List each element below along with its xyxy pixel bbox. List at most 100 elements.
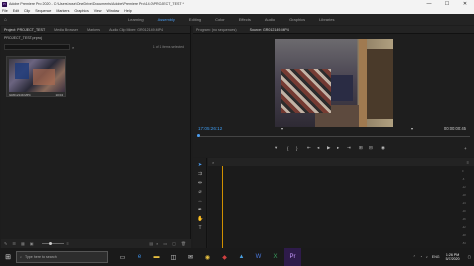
tab-program[interactable]: Program: (no sequences)	[196, 28, 237, 32]
menu-sequence[interactable]: Sequence	[35, 9, 51, 13]
workspace-learning[interactable]: Learning	[128, 17, 144, 22]
mark-in-icon[interactable]: {	[287, 146, 289, 151]
meter-label: -18	[462, 194, 466, 197]
step-forward-icon[interactable]: ▸	[337, 145, 339, 151]
find-icon[interactable]: ⌕	[156, 241, 158, 246]
file-explorer-icon[interactable]: ▬	[148, 248, 165, 266]
go-to-in-icon[interactable]: ⇤	[307, 145, 311, 151]
clip-duration: 10:04	[55, 93, 63, 97]
meter-label: 0	[462, 170, 464, 173]
premiere-taskbar-icon[interactable]: Pr	[284, 248, 301, 266]
track-select-tool-icon[interactable]: ⇉	[197, 171, 203, 177]
meter-label: -36	[462, 218, 466, 221]
tab-markers[interactable]: Markers	[87, 28, 100, 32]
selection-tool-icon[interactable]: ➤	[197, 162, 203, 168]
razor-tool-icon[interactable]: ⌀	[197, 189, 203, 195]
zoom-slider[interactable]	[41, 241, 64, 245]
tab-project[interactable]: Project: PROJECT_TEST	[4, 28, 45, 32]
fit-dropdown[interactable]: ▾	[281, 126, 283, 131]
home-icon[interactable]: ⌂	[4, 17, 10, 23]
menu-window[interactable]: Window	[107, 9, 120, 13]
menu-help[interactable]: Help	[124, 9, 131, 13]
new-bin-icon[interactable]: ▭	[163, 241, 167, 246]
sort-icon[interactable]: ≡	[67, 241, 69, 246]
volume-icon[interactable]: ♪	[426, 255, 428, 259]
workspace-graphics[interactable]: Graphics	[289, 17, 305, 22]
notification-icon[interactable]: ▢	[468, 255, 471, 259]
search-icon: ⌕	[72, 44, 75, 50]
chevron-up-icon[interactable]: ⌃	[413, 255, 416, 259]
close-icon[interactable]: ×	[212, 160, 214, 165]
type-tool-icon[interactable]: T	[197, 225, 203, 231]
timeline-edge-line	[222, 166, 223, 248]
menu-markers[interactable]: Markers	[56, 9, 69, 13]
slip-tool-icon[interactable]: ↔	[197, 198, 203, 204]
tools-panel: ➤ ⇉ ⇹ ⌀ ↔ ✒ ✋ T	[193, 158, 207, 248]
taskbar-search-input[interactable]: ⌕ Type here to search	[16, 251, 108, 263]
task-view-icon[interactable]: ▭	[114, 248, 131, 266]
resolution-dropdown[interactable]: ▾	[411, 126, 413, 131]
panel-menu-icon[interactable]: ≡	[467, 160, 469, 165]
export-frame-icon[interactable]: ◉	[381, 145, 385, 151]
automate-to-sequence-icon[interactable]: ▤	[149, 241, 153, 246]
step-back-icon[interactable]: ◂	[317, 145, 319, 151]
clip-thumbnail[interactable]: GR012149.MP4 10:04	[6, 56, 66, 97]
menu-edit[interactable]: Edit	[13, 9, 19, 13]
chrome-icon[interactable]: ◉	[199, 248, 216, 266]
hand-tool-icon[interactable]: ✋	[197, 216, 203, 222]
workspace-color[interactable]: Color	[215, 17, 225, 22]
minimize-button[interactable]: —	[420, 0, 438, 8]
windows-start-icon[interactable]: ⊞	[2, 248, 14, 266]
mark-out-icon[interactable]: }	[296, 146, 298, 151]
tab-audio-clip-mixer[interactable]: Audio Clip Mixer: GR012149.MP4	[109, 28, 163, 32]
close-button[interactable]: ✕	[456, 0, 474, 8]
playhead-timecode[interactable]: 17:05:26:12	[198, 126, 222, 131]
tab-source[interactable]: Source: GR012149.MP4	[250, 28, 289, 32]
icon-view-icon[interactable]: ▦	[21, 241, 25, 246]
keyboard-language[interactable]: ENG	[432, 255, 440, 259]
freeform-view-icon[interactable]: ▣	[30, 241, 34, 246]
edge-icon[interactable]: e	[131, 248, 148, 266]
menu-view[interactable]: View	[94, 9, 102, 13]
ripple-edit-tool-icon[interactable]: ⇹	[197, 180, 203, 186]
workspace-assembly[interactable]: Assembly	[158, 17, 175, 22]
pencil-icon[interactable]: ✎	[4, 241, 7, 246]
list-view-icon[interactable]: ☰	[12, 241, 16, 246]
photos-icon[interactable]: ▲	[233, 248, 250, 266]
workspace-editing[interactable]: Editing	[189, 17, 201, 22]
workspace-effects[interactable]: Effects	[239, 17, 251, 22]
premiere-app-icon: Pr	[2, 1, 7, 7]
network-icon[interactable]: ◔	[420, 255, 422, 259]
monitor-panel: Program: (no sequences) Source: GR012149…	[193, 26, 474, 157]
workspace-libraries[interactable]: Libraries	[319, 17, 334, 22]
tab-media-browser[interactable]: Media Browser	[54, 28, 78, 32]
go-to-out-icon[interactable]: ⇥	[347, 145, 351, 151]
menu-clip[interactable]: Clip	[24, 9, 30, 13]
play-icon[interactable]: ▶	[327, 145, 331, 151]
workspace-audio[interactable]: Audio	[265, 17, 275, 22]
clock-date: 5/7/2020	[445, 257, 460, 261]
maximize-button[interactable]: ☐	[438, 0, 456, 8]
add-button-icon[interactable]: +	[464, 146, 467, 151]
meter-label: -12	[462, 186, 466, 189]
playhead-marker[interactable]	[197, 134, 200, 137]
add-marker-icon[interactable]: ▾	[275, 145, 277, 151]
monitor-scrub-bar[interactable]	[197, 134, 470, 137]
word-icon[interactable]: W	[250, 248, 267, 266]
mail-icon[interactable]: ✉	[182, 248, 199, 266]
trash-icon[interactable]: 🗑	[181, 241, 186, 246]
excel-icon[interactable]: X	[267, 248, 284, 266]
store-icon[interactable]: ◫	[165, 248, 182, 266]
project-search-input[interactable]	[4, 44, 70, 50]
taskbar-search-placeholder: Type here to search	[25, 255, 57, 259]
media-app-icon[interactable]: ◆	[216, 248, 233, 266]
new-item-icon[interactable]: ▢	[172, 241, 176, 246]
duration-timecode: 00:00:00:45	[443, 126, 466, 131]
meter-label: -30	[462, 210, 466, 213]
pen-tool-icon[interactable]: ✒	[197, 207, 203, 213]
menu-file[interactable]: File	[2, 9, 8, 13]
menu-graphics[interactable]: Graphics	[74, 9, 88, 13]
taskbar-clock[interactable]: 1:26 PM 5/7/2020	[446, 253, 460, 261]
insert-icon[interactable]: ⊞	[359, 145, 363, 151]
overwrite-icon[interactable]: ⊟	[369, 145, 373, 151]
